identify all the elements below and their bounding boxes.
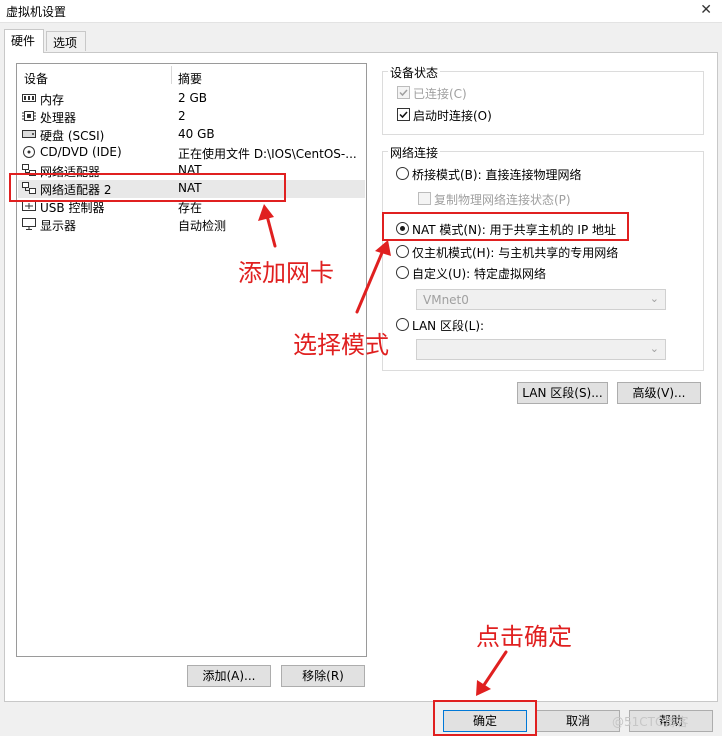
arrowhead [476,680,491,696]
watermark: @51CTO博客 [612,715,689,729]
arrow-to-ok [480,650,508,690]
arrow-to-nat [355,246,386,314]
arrowhead [258,204,274,221]
annotation-arrows [258,204,508,696]
tab-hardware[interactable]: 硬件 [4,29,44,53]
